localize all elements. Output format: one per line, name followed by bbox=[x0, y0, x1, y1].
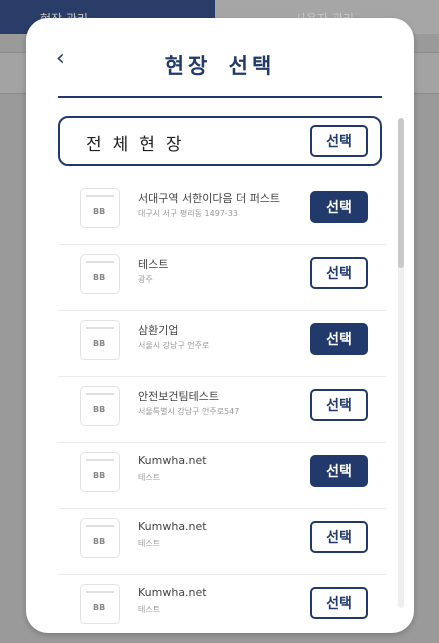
site-select-button[interactable]: 선택 bbox=[310, 455, 368, 487]
site-address: 테스트 bbox=[138, 539, 161, 548]
site-list-item: BB 안전보건팀테스트 서울특별시 강남구 언주로547 선택 bbox=[58, 376, 386, 443]
all-sites-select-button[interactable]: 선택 bbox=[310, 125, 368, 157]
modal-title: 현장 선택 bbox=[164, 54, 276, 78]
site-thumbnail-icon: BB bbox=[80, 386, 120, 426]
site-select-modal: ‹ 현장 선택 전체현장 선택 BB 서대구역 서한이다음 더 퍼스트 대구시 … bbox=[26, 18, 414, 633]
site-list-item: BB 서대구역 서한이다음 더 퍼스트 대구시 서구 평리동 1497-33 선… bbox=[58, 178, 386, 245]
site-name: 삼환기업 bbox=[138, 324, 179, 337]
site-name: 테스트 bbox=[138, 258, 169, 271]
site-thumbnail-icon: BB bbox=[80, 518, 120, 558]
site-thumbnail-icon: BB bbox=[80, 584, 120, 624]
scrollbar-thumb[interactable] bbox=[398, 118, 404, 268]
site-name: Kumwha.net bbox=[138, 520, 207, 533]
site-address: 서울특별시 강남구 언주로547 bbox=[138, 407, 240, 416]
site-select-button[interactable]: 선택 bbox=[310, 521, 368, 553]
site-select-button[interactable]: 선택 bbox=[310, 323, 368, 355]
site-address: 서울시 강남구 언주로 bbox=[138, 341, 210, 350]
site-name: Kumwha.net bbox=[138, 586, 207, 599]
site-name: Kumwha.net bbox=[138, 454, 207, 467]
site-select-button[interactable]: 선택 bbox=[310, 587, 368, 619]
site-address: 대구시 서구 평리동 1497-33 bbox=[138, 209, 238, 218]
site-list-item: BB Kumwha.net 테스트 선택 bbox=[58, 442, 386, 509]
all-sites-label: 전체현장 bbox=[86, 135, 193, 155]
site-select-button[interactable]: 선택 bbox=[310, 389, 368, 421]
site-list-item: BB Kumwha.net 테스트 선택 bbox=[58, 508, 386, 575]
site-thumbnail-icon: BB bbox=[80, 188, 120, 228]
site-list-item: BB 테스트 광주 선택 bbox=[58, 244, 386, 311]
site-select-button[interactable]: 선택 bbox=[310, 257, 368, 289]
site-name: 안전보건팀테스트 bbox=[138, 390, 219, 403]
site-thumbnail-icon: BB bbox=[80, 452, 120, 492]
site-address: 광주 bbox=[138, 275, 153, 284]
title-divider bbox=[58, 96, 382, 98]
site-list-item: BB Kumwha.net 테스트 선택 bbox=[58, 574, 386, 633]
site-thumbnail-icon: BB bbox=[80, 320, 120, 360]
site-name: 서대구역 서한이다음 더 퍼스트 bbox=[138, 192, 281, 205]
site-thumbnail-icon: BB bbox=[80, 254, 120, 294]
all-sites-row: 전체현장 선택 bbox=[58, 116, 382, 166]
site-list-item: BB 삼환기업 서울시 강남구 언주로 선택 bbox=[58, 310, 386, 377]
site-address: 테스트 bbox=[138, 473, 161, 482]
site-select-button[interactable]: 선택 bbox=[310, 191, 368, 223]
site-address: 테스트 bbox=[138, 605, 161, 614]
